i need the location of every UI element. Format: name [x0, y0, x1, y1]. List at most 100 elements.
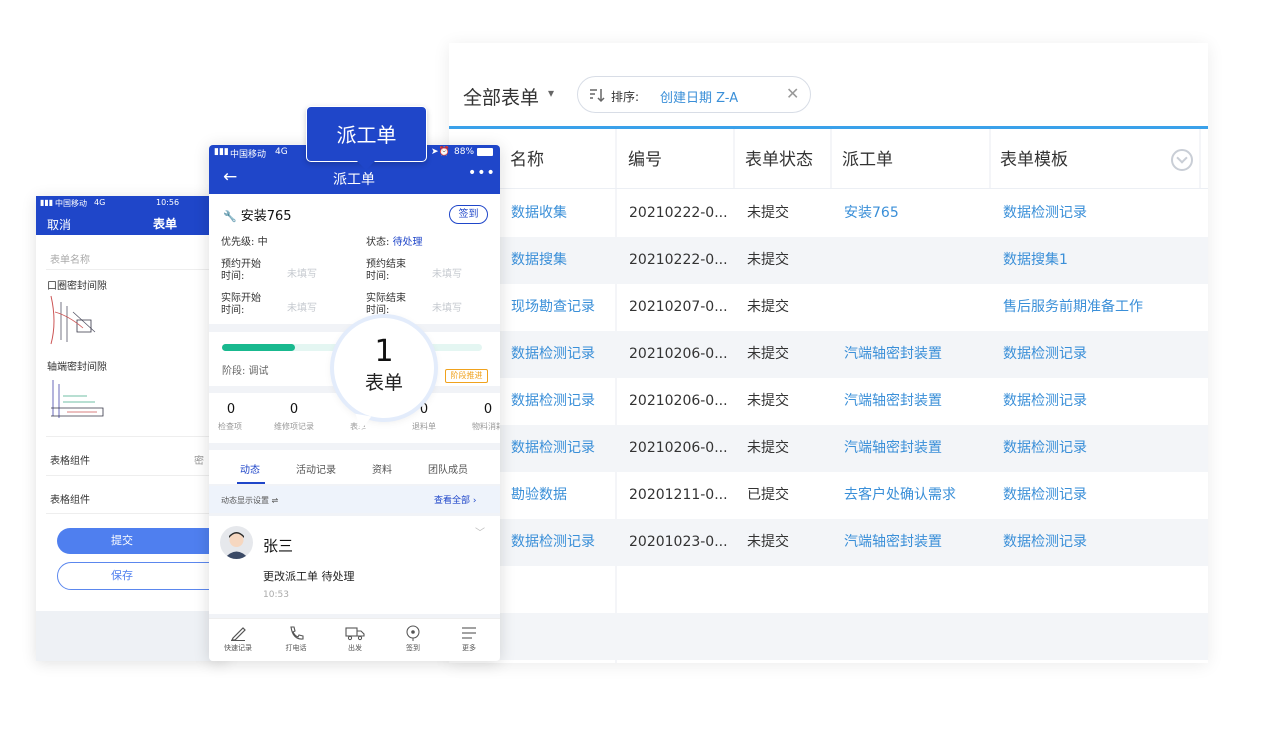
- display-settings[interactable]: 动态显示设置 ⇌: [221, 495, 278, 506]
- row-template[interactable]: 数据检测记录: [1003, 378, 1087, 425]
- table-row[interactable]: 数据搜集 20210222-0... 未提交 数据搜集1: [500, 237, 1208, 284]
- bottom-area: [36, 611, 226, 661]
- chevron-down-icon[interactable]: ▾: [548, 86, 554, 100]
- page-title: 派工单: [333, 172, 375, 188]
- row-template[interactable]: 数据检测记录: [1003, 331, 1087, 378]
- column-header-number[interactable]: 编号: [628, 129, 662, 189]
- row-template[interactable]: 数据检测记录: [1003, 519, 1087, 566]
- all-forms-dropdown[interactable]: 全部表单: [463, 83, 539, 110]
- signal-icon: ▮▮▮: [214, 147, 229, 157]
- check-in-button[interactable]: 签到: [388, 625, 438, 653]
- display-settings-label: 动态显示设置: [221, 496, 269, 505]
- row-template[interactable]: 数据检测记录: [1003, 425, 1087, 472]
- row-template[interactable]: 售后服务前期准备工作: [1003, 284, 1143, 331]
- call-button[interactable]: 打电话: [271, 625, 321, 653]
- drawing-thumbnail[interactable]: [47, 292, 107, 348]
- status-bar: ▮▮▮ 中国移动 4G 10:56: [36, 196, 226, 211]
- divider: [46, 436, 226, 437]
- table-row[interactable]: 勘验数据 20201211-0... 已提交 去客户处确认需求 数据检测记录: [500, 472, 1208, 519]
- stat-number[interactable]: 0: [274, 402, 314, 417]
- column-settings-icon[interactable]: [1171, 149, 1193, 171]
- stage-label: 阶段: 调试: [222, 366, 269, 377]
- row-template[interactable]: 数据检测记录: [1003, 190, 1087, 237]
- plan-start-line2: 时间:: [221, 271, 245, 282]
- submit-button[interactable]: 提交: [57, 528, 226, 554]
- tab-activity-records[interactable]: 活动记录: [296, 461, 336, 476]
- cancel-button[interactable]: 取消: [47, 216, 71, 233]
- sort-filter-pill[interactable]: 排序: 创建日期 Z-A ✕: [577, 76, 811, 113]
- row-work-order[interactable]: 去客户处确认需求: [844, 472, 956, 519]
- plan-start-value[interactable]: 未填写: [287, 265, 317, 280]
- bubble-number: 1: [374, 334, 394, 369]
- back-arrow-icon[interactable]: ←: [223, 167, 237, 187]
- truck-icon: [345, 627, 365, 641]
- row-template[interactable]: 数据搜集1: [1003, 237, 1068, 284]
- drawing-thumbnail[interactable]: [47, 376, 107, 422]
- more-label: 更多: [462, 644, 476, 652]
- row-status: 未提交: [747, 534, 789, 550]
- table-row[interactable]: 数据检测记录 20201023-0... 未提交 汽端轴密封装置 数据检测记录: [500, 519, 1208, 566]
- form-name-input[interactable]: 表单名称: [50, 251, 90, 266]
- stat-number[interactable]: 0: [468, 402, 500, 417]
- actual-end-value[interactable]: 未填写: [432, 299, 462, 314]
- row-status: 未提交: [747, 440, 789, 456]
- column-header-work-order[interactable]: 派工单: [842, 129, 893, 189]
- table-row[interactable]: 数据检测记录 20210206-0... 未提交 汽端轴密封装置 数据检测记录: [500, 425, 1208, 472]
- row-name[interactable]: 数据检测记录: [511, 519, 595, 566]
- row-work-order[interactable]: 汽端轴密封装置: [844, 378, 942, 425]
- network-label: 4G: [94, 198, 106, 207]
- row-name[interactable]: 勘验数据: [511, 472, 567, 519]
- row-work-order[interactable]: 汽端轴密封装置: [844, 331, 942, 378]
- save-button[interactable]: 保存: [57, 562, 226, 590]
- phone-icon: [290, 626, 304, 640]
- tab-team-members[interactable]: 团队成员: [428, 461, 468, 476]
- close-icon[interactable]: ✕: [786, 84, 799, 103]
- column-header-status[interactable]: 表单状态: [745, 129, 813, 189]
- field-label: 口圈密封间隙: [47, 281, 107, 292]
- battery-label: 88%: [454, 147, 475, 157]
- advance-stage-button[interactable]: 阶段推进: [445, 369, 488, 383]
- edit-icon: [231, 627, 246, 641]
- row-name[interactable]: 现场勘查记录: [511, 284, 595, 331]
- tab-documents[interactable]: 资料: [372, 461, 392, 476]
- stat-number[interactable]: 0: [211, 402, 251, 417]
- quick-record-button[interactable]: 快速记录: [213, 625, 263, 653]
- row-work-order[interactable]: 安装765: [844, 190, 899, 237]
- column-header-template[interactable]: 表单模板: [1000, 129, 1068, 189]
- table-row[interactable]: 数据收集 20210222-0... 未提交 安装765 数据检测记录: [500, 190, 1208, 237]
- actual-start-value[interactable]: 未填写: [287, 299, 317, 314]
- table-row[interactable]: 现场勘查记录 20210207-0... 未提交 售后服务前期准备工作: [500, 284, 1208, 331]
- row-name[interactable]: 数据检测记录: [511, 425, 595, 472]
- priority-value: 中: [257, 237, 268, 248]
- table-row[interactable]: 数据检测记录 20210206-0... 未提交 汽端轴密封装置 数据检测记录: [500, 378, 1208, 425]
- row-work-order[interactable]: 汽端轴密封装置: [844, 519, 942, 566]
- table-component-label: 表格组件: [50, 456, 90, 467]
- column-header-name[interactable]: 名称: [510, 129, 544, 189]
- table-component-extra: 密: [194, 456, 204, 467]
- table-row-empty: [500, 613, 1208, 660]
- row-status: 未提交: [747, 346, 789, 362]
- row-name[interactable]: 数据检测记录: [511, 331, 595, 378]
- status-field: 状态: 待处理: [366, 237, 423, 249]
- row-number: 20201023-0...: [629, 534, 728, 550]
- row-name[interactable]: 数据检测记录: [511, 378, 595, 425]
- plan-end-value[interactable]: 未填写: [432, 265, 462, 280]
- location-icon: [406, 625, 420, 641]
- view-all-link[interactable]: 查看全部 ›: [434, 493, 477, 506]
- sign-in-button[interactable]: 签到: [449, 205, 488, 224]
- row-template[interactable]: 数据检测记录: [1003, 472, 1087, 519]
- activity-item[interactable]: 张三 ﹀ 更改派工单 待处理 10:53: [209, 516, 500, 614]
- table-row[interactable]: 数据检测记录 20210206-0... 未提交 汽端轴密封装置 数据检测记录: [500, 331, 1208, 378]
- tab-activity[interactable]: 动态: [240, 461, 260, 476]
- more-button[interactable]: 更多: [444, 625, 494, 653]
- row-name[interactable]: 数据收集: [511, 190, 567, 237]
- depart-button[interactable]: 出发: [330, 625, 380, 653]
- stat-label: 维修项记录: [274, 422, 314, 431]
- page-title: 表单: [153, 217, 178, 231]
- user-avatar-icon: [224, 532, 249, 559]
- more-icon[interactable]: •••: [468, 165, 496, 181]
- row-name[interactable]: 数据搜集: [511, 237, 567, 284]
- chevron-down-icon[interactable]: ﹀: [475, 524, 485, 539]
- row-work-order[interactable]: 汽端轴密封装置: [844, 425, 942, 472]
- divider: [46, 513, 226, 514]
